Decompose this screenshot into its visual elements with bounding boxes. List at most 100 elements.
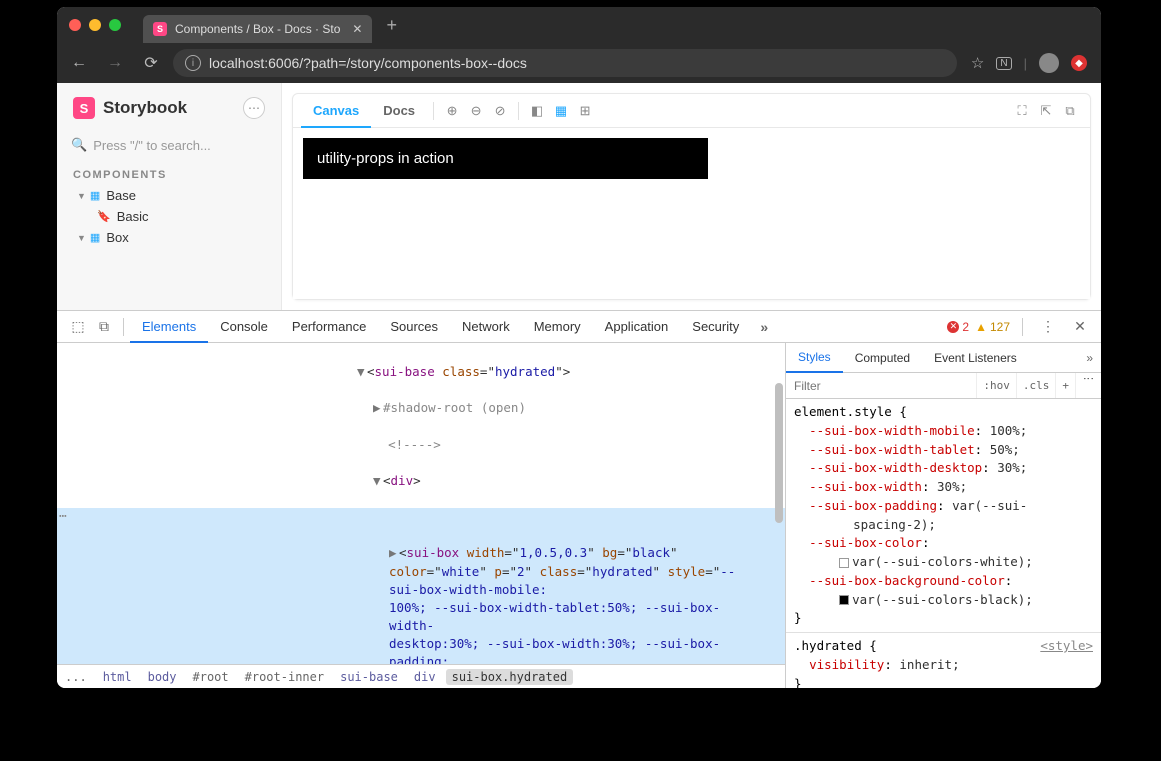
reload-button[interactable]: ⟳ [137,53,165,73]
traffic-lights [57,19,133,31]
notion-icon[interactable]: N [996,57,1011,70]
style-source-link[interactable]: <style> [1040,637,1093,656]
sidebar-search[interactable]: 🔍 Press "/" to search... [71,137,267,153]
fullscreen-icon[interactable]: ⛶ [1010,103,1034,119]
minimize-window-button[interactable] [89,19,101,31]
add-rule-button[interactable]: + [1055,373,1075,398]
sidebar-item-base[interactable]: ▼ ▦ Base [57,185,281,206]
search-placeholder: Press "/" to search... [93,138,211,153]
inspect-icon[interactable]: ⬚ [65,318,91,335]
tab-canvas[interactable]: Canvas [301,94,371,128]
site-info-icon[interactable]: i [185,55,201,71]
crumb-selected[interactable]: sui-box.hydrated [446,669,574,685]
sidebar-heading: COMPONENTS [57,161,281,185]
cls-button[interactable]: .cls [1016,373,1056,398]
component-icon: ▦ [90,231,100,244]
devtools: ⬚ ⧉ Elements Console Performance Sources… [57,310,1101,688]
devtools-tab-application[interactable]: Application [593,311,681,343]
brand-text: Storybook [103,98,187,118]
error-count[interactable]: ✕2 [947,320,969,334]
devtools-body: ▼<sui-base class="hydrated"> ▶#shadow-ro… [57,343,1101,688]
breadcrumb: ... html body #root #root-inner sui-base… [57,664,785,688]
dom-panel: ▼<sui-base class="hydrated"> ▶#shadow-ro… [57,343,785,688]
sidebar-label: Box [106,230,128,245]
toolbar-separator [433,102,434,120]
maximize-window-button[interactable] [109,19,121,31]
forward-button[interactable]: → [101,54,129,72]
devtools-tab-performance[interactable]: Performance [280,311,378,343]
crumb[interactable]: #root [185,670,237,684]
element-style-header: element.style { [794,403,1093,422]
zoom-out-icon[interactable]: ⊖ [464,103,488,119]
dom-ellipsis-icon[interactable]: ⋯ [59,508,67,527]
devtools-tab-elements[interactable]: Elements [130,311,208,343]
devtools-tab-network[interactable]: Network [450,311,522,343]
browser-tab[interactable]: S Components / Box - Docs · Sto ✕ [143,15,372,43]
devtools-close-icon[interactable]: ✕ [1067,318,1093,335]
styles-more-icon[interactable]: » [1078,351,1101,365]
profile-avatar[interactable] [1039,53,1059,73]
new-tab-button[interactable]: + [386,15,397,36]
tab-docs[interactable]: Docs [371,94,427,128]
app-content: S Storybook ⋯ 🔍 Press "/" to search... C… [57,83,1101,310]
styles-pin-icon[interactable]: ⋮ [1075,373,1101,398]
hydrated-selector: .hydrated { [794,638,877,653]
url-field[interactable]: i localhost:6006/?path=/story/components… [173,49,957,77]
viewport-icon[interactable]: ⊞ [573,103,597,119]
crumb[interactable]: sui-base [332,670,406,684]
crumb[interactable]: html [95,670,140,684]
copy-icon[interactable]: ⧉ [1058,103,1082,119]
devtools-tabs: ⬚ ⧉ Elements Console Performance Sources… [57,311,1101,343]
toolbar-separator [518,102,519,120]
close-window-button[interactable] [69,19,81,31]
dom-scroll[interactable]: ▼<sui-base class="hydrated"> ▶#shadow-ro… [57,343,785,664]
styles-filter-row: :hov .cls + ⋮ [786,373,1101,399]
zoom-in-icon[interactable]: ⊕ [440,103,464,119]
styles-panel: Styles Computed Event Listeners » :hov .… [785,343,1101,688]
styles-filter-input[interactable] [786,373,976,398]
devtools-tab-console[interactable]: Console [208,311,280,343]
tab-title: Components / Box - Docs · Sto [175,22,340,36]
dom-tree[interactable]: ▼<sui-base class="hydrated"> ▶#shadow-ro… [57,343,785,664]
tab-close-icon[interactable]: ✕ [352,22,362,36]
grid-icon[interactable]: ▦ [549,103,573,119]
sidebar-menu-button[interactable]: ⋯ [243,97,265,119]
extension-badge-icon[interactable]: ◆ [1071,55,1087,71]
main-panel: Canvas Docs ⊕ ⊖ ⊘ ◧ ▦ ⊞ ⛶ ⇱ ⧉ [282,83,1101,310]
sidebar: S Storybook ⋯ 🔍 Press "/" to search... C… [57,83,282,310]
styles-tab-styles[interactable]: Styles [786,343,843,373]
search-icon: 🔍 [71,137,87,153]
dom-scrollbar[interactable] [771,343,785,664]
crumb[interactable]: #root-inner [237,670,332,684]
star-icon[interactable]: ☆ [971,54,984,72]
sidebar-item-basic[interactable]: 🔖 Basic [57,206,281,227]
sidebar-item-box[interactable]: ▼ ▦ Box [57,227,281,248]
devtools-tab-sources[interactable]: Sources [378,311,450,343]
devtools-tab-memory[interactable]: Memory [522,311,593,343]
crumb[interactable]: div [406,670,444,684]
devtools-tab-security[interactable]: Security [680,311,751,343]
back-button[interactable]: ← [65,54,93,72]
device-toggle-icon[interactable]: ⧉ [91,318,117,335]
warning-icon: ▲ [975,320,987,334]
canvas-wrap: Canvas Docs ⊕ ⊖ ⊘ ◧ ▦ ⊞ ⛶ ⇱ ⧉ [292,93,1091,300]
browser-window: S Components / Box - Docs · Sto ✕ + ← → … [57,7,1101,688]
devtools-menu-icon[interactable]: ⋮ [1035,318,1061,335]
styles-tab-listeners[interactable]: Event Listeners [922,343,1029,373]
background-icon[interactable]: ◧ [525,103,549,119]
styles-tab-computed[interactable]: Computed [843,343,922,373]
error-icon: ✕ [947,321,959,333]
disclosure-icon: ▼ [77,233,86,243]
component-icon: ▦ [90,189,100,202]
more-tabs-icon[interactable]: » [751,319,777,335]
open-external-icon[interactable]: ⇱ [1034,103,1058,119]
hov-button[interactable]: :hov [976,373,1016,398]
sidebar-label: Base [106,188,136,203]
crumb[interactable]: body [140,670,185,684]
styles-body[interactable]: element.style { --sui-box-width-mobile: … [786,399,1101,688]
crumb[interactable]: ... [57,670,95,684]
warning-count[interactable]: ▲127 [975,320,1010,334]
storybook-favicon-icon: S [153,22,167,36]
zoom-reset-icon[interactable]: ⊘ [488,103,512,119]
storybook-mark-icon: S [73,97,95,119]
